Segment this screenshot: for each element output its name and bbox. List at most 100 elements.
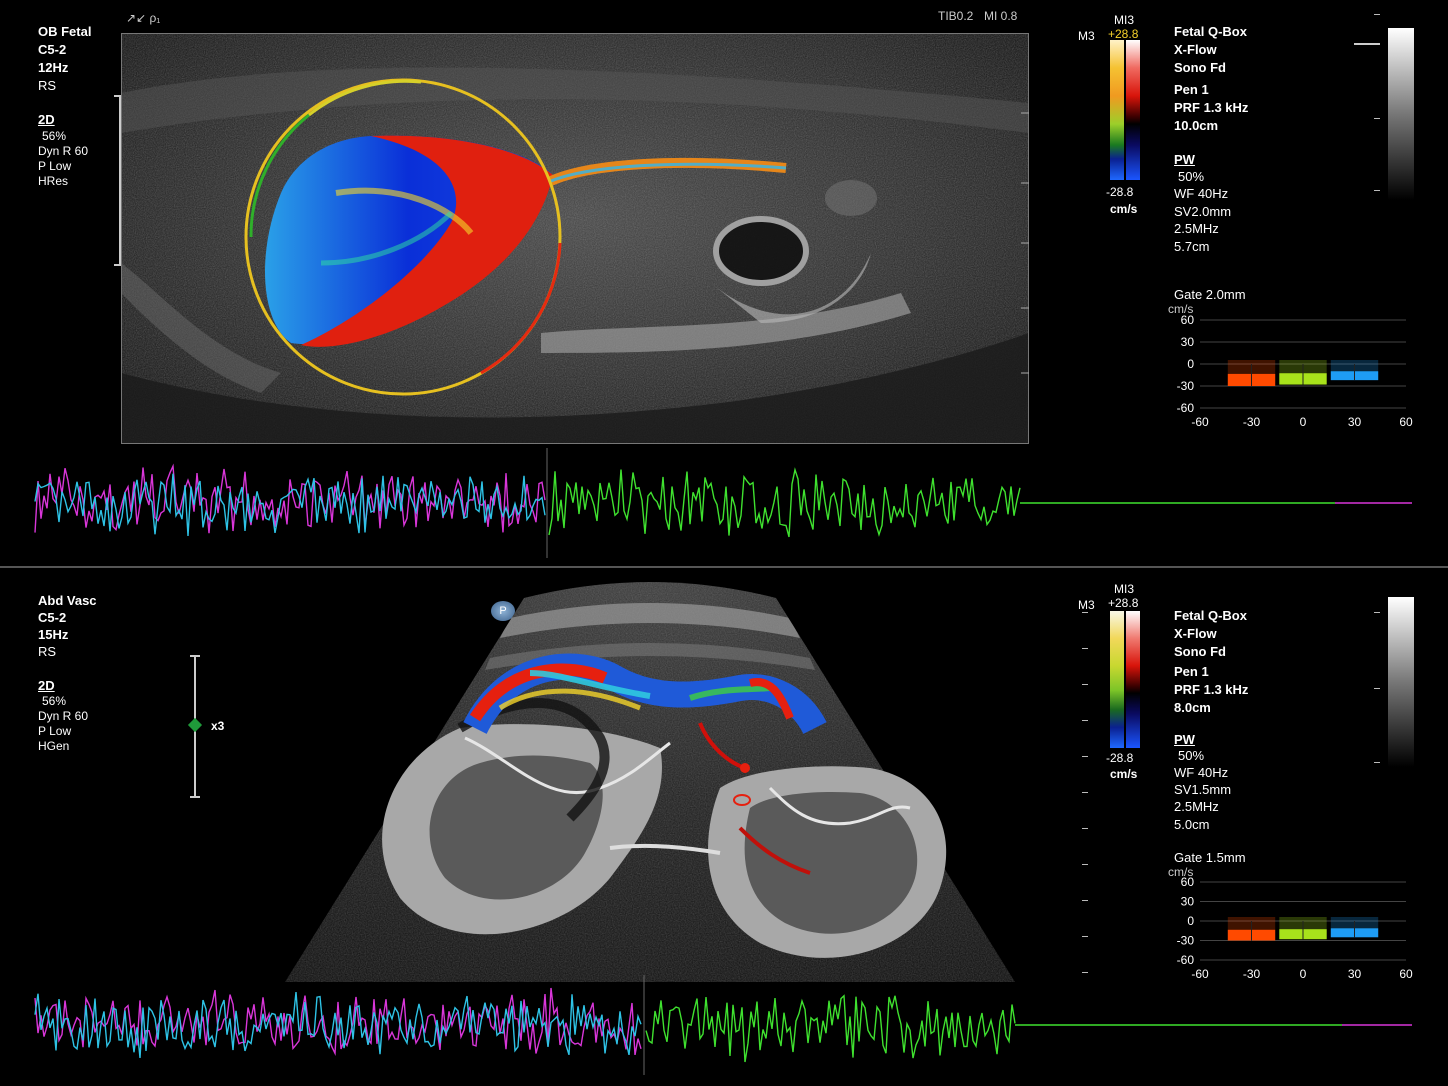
- grayscale-bar: [1388, 597, 1414, 767]
- ultrasound-image-top[interactable]: [121, 33, 1029, 444]
- gain-label: 56%: [42, 129, 67, 143]
- info-pw-sv: SV2.0mm: [1174, 204, 1232, 219]
- preset-label: OB Fetal: [38, 24, 92, 39]
- doppler-waveform-bottom: [34, 975, 1412, 1075]
- gray-tick: [1374, 762, 1380, 763]
- info-pen: Pen 1: [1174, 82, 1209, 97]
- map-label-m3: M3: [1078, 598, 1095, 612]
- y-tick-label: 30: [1181, 895, 1195, 909]
- panel-divider: [0, 566, 1448, 568]
- rs-label: RS: [38, 78, 57, 93]
- depth-tick: [1082, 900, 1088, 901]
- velocity-color-bar: [1110, 40, 1142, 180]
- power-label: P Low: [38, 724, 72, 738]
- depth-tick: [1082, 864, 1088, 865]
- info-sono: Sono Fd: [1174, 60, 1226, 75]
- y-tick-label: 0: [1187, 914, 1194, 928]
- y-tick-label: -30: [1177, 379, 1195, 393]
- y-tick-label: 30: [1181, 335, 1195, 349]
- info-qbox: Fetal Q-Box: [1174, 608, 1247, 623]
- framerate-label: 12Hz: [38, 60, 69, 75]
- mi-readout: MI 0.8: [984, 9, 1018, 23]
- info-sono: Sono Fd: [1174, 644, 1226, 659]
- zoom-slider-bottom: [190, 796, 200, 798]
- map-label-m3: M3: [1078, 29, 1095, 43]
- mode-2d-label: 2D: [38, 112, 55, 127]
- info-pw-freq: 2.5MHz: [1174, 221, 1219, 236]
- info-pw-wf: WF 40Hz: [1174, 765, 1229, 780]
- depth-tick: [1082, 720, 1088, 721]
- x-tick-label: -30: [1243, 415, 1261, 429]
- gray-tick: [1374, 688, 1380, 689]
- gain-label: 56%: [42, 694, 67, 708]
- info-pw-label: PW: [1174, 732, 1195, 747]
- info-pen: Pen 1: [1174, 664, 1209, 679]
- info-prf: PRF 1.3 kHz: [1174, 682, 1249, 697]
- info-depth: 10.0cm: [1174, 118, 1219, 133]
- scale-bottom-value: -28.8: [1106, 185, 1134, 199]
- info-prf: PRF 1.3 kHz: [1174, 100, 1249, 115]
- gray-tick: [1374, 118, 1380, 119]
- gray-tick: [1374, 14, 1380, 15]
- dyn-range-label: Dyn R 60: [38, 709, 89, 723]
- res-label: HGen: [38, 739, 70, 753]
- power-label: P Low: [38, 159, 72, 173]
- x-tick-label: 30: [1348, 415, 1362, 429]
- y-tick-label: -30: [1177, 934, 1195, 948]
- y-tick-label: 0: [1187, 357, 1194, 371]
- depth-tick: [1082, 756, 1088, 757]
- doppler-waveform-top: [34, 448, 1412, 558]
- depth-tick: [1082, 972, 1088, 973]
- depth-tick: [1082, 648, 1088, 649]
- depth-tick: [1082, 684, 1088, 685]
- velocity-histogram-top: 60 30 0 -30 -60-60 -30 0 30 60: [1177, 313, 1413, 429]
- probe-label: C5-2: [38, 610, 67, 625]
- wave-trace-green: [645, 994, 1016, 1063]
- grayscale-marker[interactable]: [1354, 43, 1380, 45]
- y-tick-label: 60: [1181, 875, 1195, 889]
- scale-unit: cm/s: [1110, 202, 1138, 216]
- x-tick-label: 60: [1399, 415, 1413, 429]
- preset-label: Abd Vasc: [38, 593, 97, 608]
- depth-tick: [1082, 936, 1088, 937]
- rs-label: RS: [38, 644, 57, 659]
- info-pw-gain: 50%: [1178, 169, 1205, 184]
- x-tick-label: 0: [1300, 415, 1307, 429]
- framerate-label: 15Hz: [38, 627, 69, 642]
- gray-tick: [1374, 190, 1380, 191]
- scale-unit: cm/s: [1110, 767, 1138, 781]
- y-tick-label: -60: [1177, 953, 1195, 967]
- y-tick-label: -60: [1177, 401, 1195, 415]
- zoom-slider-handle[interactable]: [187, 717, 203, 733]
- velocity-color-bar: [1110, 611, 1142, 748]
- info-pw-freq: 2.5MHz: [1174, 799, 1219, 814]
- info-pw-sv: SV1.5mm: [1174, 782, 1232, 797]
- dyn-range-label: Dyn R 60: [38, 144, 89, 158]
- y-tick-label: 60: [1181, 313, 1195, 327]
- info-pw-depth: 5.0cm: [1174, 817, 1210, 832]
- velocity-histogram-bottom: 60300-30-60-60 -30 0 30 60: [1177, 875, 1413, 981]
- header-icons: ↗↙ ρ₁: [126, 11, 161, 25]
- info-pw-depth: 5.7cm: [1174, 239, 1210, 254]
- res-label: HRes: [38, 174, 69, 188]
- info-xflow: X-Flow: [1174, 42, 1217, 57]
- info-depth: 8.0cm: [1174, 700, 1211, 715]
- probe-label: C5-2: [38, 42, 67, 57]
- tib-readout: TIB0.2: [938, 9, 974, 23]
- zoom-slider-top: [190, 655, 200, 657]
- depth-tick: [1082, 828, 1088, 829]
- info-qbox: Fetal Q-Box: [1174, 24, 1247, 39]
- info-pw-label: PW: [1174, 152, 1195, 167]
- gray-tick: [1374, 612, 1380, 613]
- zoom-label: x3: [211, 719, 225, 733]
- ultrasound-image-bottom[interactable]: [270, 578, 1030, 982]
- mode-2d-label: 2D: [38, 678, 55, 693]
- x-tick-label: -60: [1191, 415, 1209, 429]
- info-pw-wf: WF 40Hz: [1174, 186, 1229, 201]
- info-xflow: X-Flow: [1174, 626, 1217, 641]
- grayscale-bar: [1388, 28, 1414, 200]
- scale-bottom-value: -28.8: [1106, 751, 1134, 765]
- scale-top-value: +28.8: [1108, 596, 1139, 610]
- depth-tick: [1082, 792, 1088, 793]
- info-pw-gain: 50%: [1178, 748, 1205, 763]
